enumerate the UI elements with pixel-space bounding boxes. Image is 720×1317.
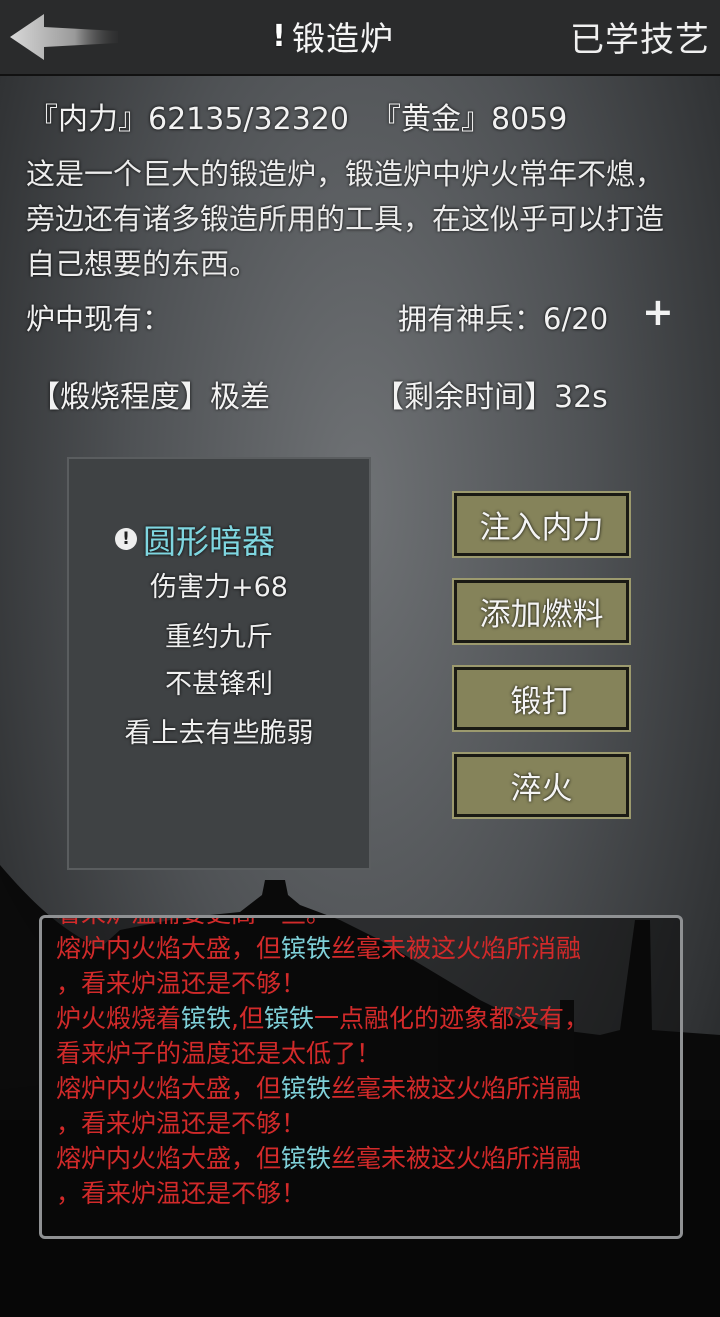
- log-line: 熔炉内火焰大盛，但镔铁丝毫未被这火焰所消融: [56, 1141, 666, 1176]
- burn-label: 【煅烧程度】: [30, 380, 210, 415]
- item-attribute: 重约九斤: [165, 622, 273, 653]
- page-title: 锻造炉: [292, 19, 394, 58]
- log-text: 一点融化的迹象都没有，: [314, 1004, 590, 1033]
- log-item-highlight: 镔铁: [263, 1004, 314, 1033]
- add-fuel-button[interactable]: 添加燃料: [452, 578, 631, 645]
- remain-label: 【剩余时间】: [374, 380, 554, 415]
- log-text: 熔炉内火焰大盛，但: [56, 1144, 282, 1173]
- gold-label: 『黄金』: [370, 102, 491, 137]
- log-text: 熔炉内火焰大盛，但: [56, 1074, 282, 1103]
- item-attribute: 不甚锋利: [165, 669, 273, 700]
- log-item-highlight: 镔铁: [281, 934, 332, 963]
- log-text: ，看来炉温还是不够！: [56, 969, 307, 998]
- log-line: 看来炉子的温度还是太低了！: [56, 1036, 666, 1071]
- log-text: 炉火煅烧着: [56, 1004, 182, 1033]
- resource-stats: 『内力』62135/32320 『黄金』8059: [28, 94, 567, 138]
- item-name: 圆形暗器: [143, 522, 275, 561]
- item-attribute: 伤害力+68: [150, 572, 288, 603]
- title-group: ! 锻造炉: [270, 10, 394, 62]
- top-bar: ! 锻造炉 已学技艺: [0, 0, 720, 76]
- item-panel: ! 圆形暗器 伤害力+68 重约九斤 不甚锋利 看上去有些脆弱: [67, 457, 371, 870]
- remain-value: 32s: [554, 380, 608, 415]
- remaining-time: 【剩余时间】32s: [374, 372, 608, 416]
- forge-hammer-button[interactable]: 锻打: [452, 665, 631, 732]
- divine-weapons-count: 拥有神兵：6/20: [398, 296, 608, 338]
- log-item-highlight: 镔铁: [281, 1074, 332, 1103]
- gold-value: 8059: [490, 102, 568, 137]
- event-log-content: 看来炉温需要更高一些。熔炉内火焰大盛，但镔铁丝毫未被这火焰所消融，看来炉温还是不…: [56, 918, 666, 1211]
- weapons-label: 拥有神兵：: [398, 302, 544, 336]
- furnace-description: 这是一个巨大的锻造炉，锻造炉中炉火常年不熄，旁边还有诸多锻造所用的工具，在这似乎…: [26, 157, 665, 281]
- log-text: 看来炉温需要更高一些。: [56, 918, 331, 928]
- log-line: ，看来炉温还是不够！: [56, 1176, 666, 1211]
- item-attribute: 看上去有些脆弱: [124, 718, 314, 749]
- log-item-highlight: 镔铁: [181, 1004, 232, 1033]
- log-text: 丝毫未被这火焰所消融: [331, 1144, 582, 1173]
- log-line: 熔炉内火焰大盛，但镔铁丝毫未被这火焰所消融: [56, 1071, 666, 1106]
- log-text: ,但: [231, 1004, 264, 1033]
- furnace-contents-label: 炉中现有：: [26, 302, 172, 336]
- back-button[interactable]: [8, 12, 120, 62]
- inject-neili-button[interactable]: 注入内力: [452, 491, 631, 558]
- item-name-row[interactable]: ! 圆形暗器: [115, 515, 275, 563]
- log-item-highlight: 镔铁: [281, 1144, 332, 1173]
- burn-value: 极差: [210, 380, 270, 415]
- log-line: 熔炉内火焰大盛，但镔铁丝毫未被这火焰所消融: [56, 931, 666, 966]
- neili-label: 『内力』: [28, 102, 148, 137]
- learned-skills-button[interactable]: 已学技艺: [570, 12, 710, 61]
- exclamation-icon: !: [115, 528, 137, 550]
- weapons-value: 6/20: [543, 302, 609, 336]
- log-line: ，看来炉温还是不够！: [56, 966, 666, 1001]
- event-log[interactable]: 看来炉温需要更高一些。熔炉内火焰大盛，但镔铁丝毫未被这火焰所消融，看来炉温还是不…: [39, 915, 683, 1239]
- add-weapon-slot-button[interactable]: +: [642, 292, 674, 332]
- log-text: 丝毫未被这火焰所消融: [331, 1074, 582, 1103]
- log-text: ，看来炉温还是不够！: [56, 1179, 307, 1208]
- burn-degree: 【煅烧程度】极差: [30, 372, 270, 416]
- log-text: 丝毫未被这火焰所消融: [331, 934, 582, 963]
- log-text: 熔炉内火焰大盛，但: [56, 934, 282, 963]
- log-line: 看来炉温需要更高一些。: [56, 918, 666, 931]
- log-line: ，看来炉温还是不够！: [56, 1106, 666, 1141]
- back-arrow-icon: [10, 14, 118, 60]
- quench-button[interactable]: 淬火: [452, 752, 631, 819]
- log-line: 炉火煅烧着镔铁,但镔铁一点融化的迹象都没有，: [56, 1001, 666, 1036]
- exclamation-icon: !: [272, 18, 286, 54]
- log-text: 看来炉子的温度还是太低了！: [56, 1039, 382, 1068]
- neili-value: 62135/32320: [148, 102, 349, 137]
- log-text: ，看来炉温还是不够！: [56, 1109, 307, 1138]
